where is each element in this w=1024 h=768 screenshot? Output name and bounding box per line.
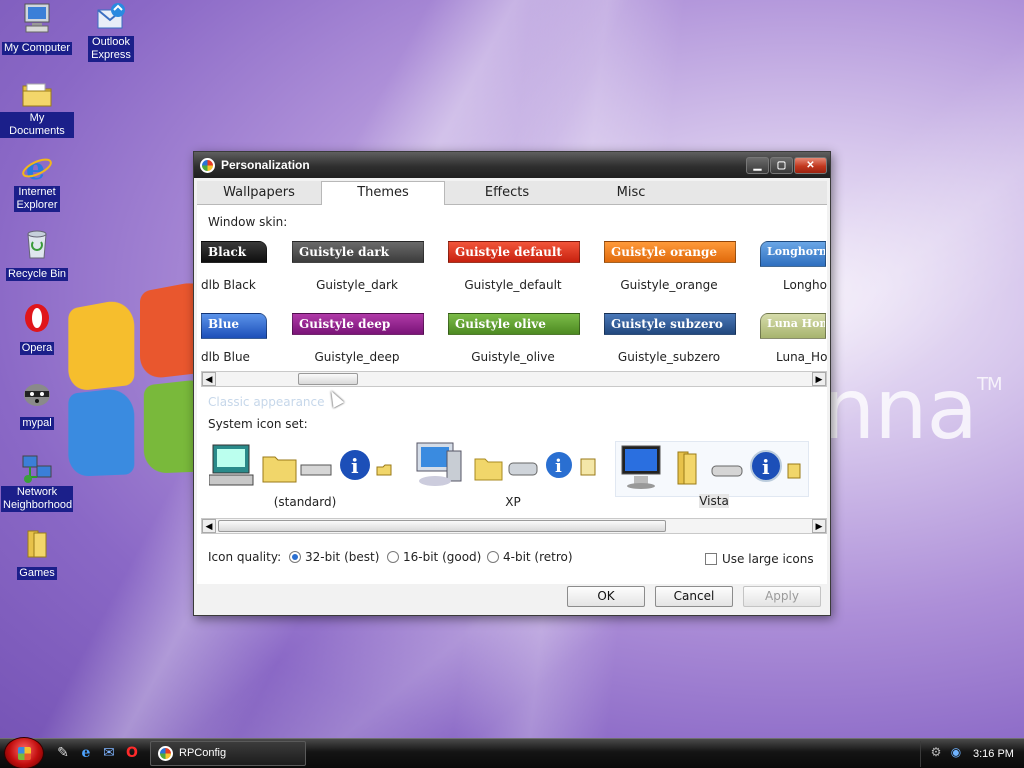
skin-preview-longhorn[interactable]: Longhorn bbox=[760, 241, 826, 267]
computer-icon bbox=[20, 2, 54, 34]
icon-set-name-selected: Vista bbox=[699, 494, 729, 508]
internet-explorer-icon[interactable]: e bbox=[77, 744, 95, 762]
network-icon bbox=[20, 452, 54, 484]
tab-bar: Wallpapers Themes Effects Misc bbox=[197, 181, 827, 206]
tab-misc[interactable]: Misc bbox=[569, 181, 693, 204]
system-icon-set-label: System icon set: bbox=[208, 417, 308, 431]
svg-text:e: e bbox=[26, 152, 45, 184]
folder-icon bbox=[20, 78, 54, 110]
svg-text:i: i bbox=[351, 454, 359, 478]
skin-preview-guistyle-deep[interactable]: Guistyle deep bbox=[292, 313, 424, 335]
skin-preview-guistyle-subzero[interactable]: Guistyle subzero bbox=[604, 313, 736, 335]
personalization-window: Personalization ▁ ▢ ✕ Wallpapers Themes … bbox=[193, 151, 831, 616]
radio-icon[interactable] bbox=[487, 551, 499, 563]
desktop-icon-my-documents[interactable]: My Documents bbox=[0, 78, 74, 138]
scroll-right-arrow-icon[interactable]: ▶ bbox=[812, 519, 826, 533]
classic-appearance-option[interactable]: Classic appearance bbox=[208, 395, 325, 409]
opera-icon bbox=[20, 302, 54, 334]
skin-name: Luna_Ho bbox=[776, 350, 828, 364]
checkbox-icon[interactable] bbox=[705, 553, 717, 565]
close-button[interactable]: ✕ bbox=[794, 156, 827, 174]
apply-button[interactable]: Apply bbox=[743, 586, 821, 607]
scroll-left-arrow-icon[interactable]: ◀ bbox=[202, 372, 216, 386]
start-button[interactable] bbox=[4, 737, 44, 768]
standard-icon-set-preview[interactable]: i bbox=[208, 441, 399, 495]
svg-text:i: i bbox=[762, 455, 770, 479]
window-title: Personalization bbox=[221, 158, 310, 172]
tab-wallpapers[interactable]: Wallpapers bbox=[197, 181, 321, 204]
skin-name: Guistyle_olive bbox=[471, 350, 555, 364]
skin-preview-guistyle-default[interactable]: Guistyle default bbox=[448, 241, 580, 263]
skin-name: Guistyle_deep bbox=[314, 350, 400, 364]
quality-32bit-radio[interactable]: 32-bit (best) bbox=[289, 550, 379, 564]
clock[interactable]: 3:16 PM bbox=[973, 741, 1014, 767]
skin-scrollbar[interactable]: ◀ ▶ bbox=[201, 371, 827, 387]
internet-explorer-icon: e bbox=[20, 152, 54, 187]
tab-themes[interactable]: Themes bbox=[321, 181, 445, 206]
taskbar-item-rpconfig[interactable]: RPConfig bbox=[150, 741, 306, 766]
skin-preview-luna-home[interactable]: Luna Home bbox=[760, 313, 826, 339]
radio-selected-icon[interactable] bbox=[289, 551, 301, 563]
icon-quality-label: Icon quality: bbox=[208, 550, 282, 564]
desktop-icon-games[interactable]: Games bbox=[0, 527, 74, 580]
themes-panel: Window skin: Black Guistyle dark Guistyl… bbox=[197, 205, 827, 584]
cancel-button[interactable]: Cancel bbox=[655, 586, 733, 607]
desktop-icon-opera[interactable]: Opera bbox=[0, 302, 74, 355]
tab-effects[interactable]: Effects bbox=[445, 181, 569, 204]
skin-preview-guistyle-dark[interactable]: Guistyle dark bbox=[292, 241, 424, 263]
skin-preview-guistyle-olive[interactable]: Guistyle olive bbox=[448, 313, 580, 335]
skin-preview-guistyle-orange[interactable]: Guistyle orange bbox=[604, 241, 736, 263]
folder-icon bbox=[20, 527, 54, 559]
icon-set-name: (standard) bbox=[273, 495, 337, 509]
desktop-icon-recycle-bin[interactable]: Recycle Bin bbox=[0, 228, 74, 281]
skin-preview-dlb-blue[interactable]: Blue bbox=[201, 313, 267, 339]
tray-app-icon[interactable]: ⚙ bbox=[927, 743, 945, 761]
icon-set-name: XP bbox=[505, 495, 521, 509]
taskbar: ✎ e ✉ O RPConfig ⚙ ◉ 3:16 PM bbox=[0, 737, 1024, 768]
show-desktop-icon[interactable]: ✎ bbox=[54, 744, 72, 762]
desktop-icon-outlook-express[interactable]: Outlook Express bbox=[74, 2, 148, 62]
system-tray: ⚙ ◉ 3:16 PM bbox=[920, 741, 1024, 767]
scroll-left-arrow-icon[interactable]: ◀ bbox=[202, 519, 216, 533]
skin-name: Guistyle_subzero bbox=[617, 350, 721, 364]
vista-icon-set-preview[interactable]: i bbox=[615, 441, 809, 497]
opera-icon[interactable]: O bbox=[123, 744, 141, 762]
mypal-icon bbox=[20, 377, 54, 409]
skin-name: Guistyle_dark bbox=[316, 278, 398, 292]
skin-name: dlb Black bbox=[201, 278, 256, 292]
network-status-icon[interactable]: ◉ bbox=[947, 743, 965, 761]
skin-name: dlb Blue bbox=[201, 350, 250, 364]
desktop-icon-network-neighborhood[interactable]: Network Neighborhood bbox=[0, 452, 74, 512]
ok-button[interactable]: OK bbox=[567, 586, 645, 607]
outlook-express-icon[interactable]: ✉ bbox=[100, 744, 118, 762]
desktop-icon-internet-explorer[interactable]: e Internet Explorer bbox=[0, 152, 74, 212]
scroll-right-arrow-icon[interactable]: ▶ bbox=[812, 372, 826, 386]
use-large-icons-checkbox[interactable]: Use large icons bbox=[705, 552, 814, 566]
rpconfig-app-icon bbox=[158, 746, 173, 761]
maximize-button[interactable]: ▢ bbox=[770, 156, 793, 174]
svg-text:i: i bbox=[555, 456, 562, 477]
title-bar[interactable]: Personalization ▁ ▢ ✕ bbox=[194, 152, 830, 178]
outlook-express-icon bbox=[94, 2, 128, 34]
minimize-button[interactable]: ▁ bbox=[746, 156, 769, 174]
desktop-icon-my-computer[interactable]: My Computer bbox=[0, 2, 74, 55]
xp-icon-set-preview[interactable]: i bbox=[413, 441, 603, 495]
icon-set-scrollbar[interactable]: ◀ ▶ bbox=[201, 518, 827, 534]
skin-name: Longho bbox=[783, 278, 827, 292]
scrollbar-thumb[interactable] bbox=[218, 520, 666, 532]
skin-preview-dlb-black[interactable]: Black bbox=[201, 241, 267, 263]
skin-name: Guistyle_orange bbox=[620, 278, 718, 292]
radio-icon[interactable] bbox=[387, 551, 399, 563]
wallpaper-brand: nnaTM bbox=[822, 360, 1002, 458]
quality-16bit-radio[interactable]: 16-bit (good) bbox=[387, 550, 481, 564]
scrollbar-thumb[interactable] bbox=[298, 373, 358, 385]
skin-name: Guistyle_default bbox=[464, 278, 562, 292]
desktop-icon-mypal[interactable]: mypal bbox=[0, 377, 74, 430]
recycle-bin-icon bbox=[20, 228, 54, 260]
window-skin-label: Window skin: bbox=[208, 215, 288, 229]
quality-4bit-radio[interactable]: 4-bit (retro) bbox=[487, 550, 573, 564]
rpconfig-app-icon bbox=[200, 157, 215, 173]
